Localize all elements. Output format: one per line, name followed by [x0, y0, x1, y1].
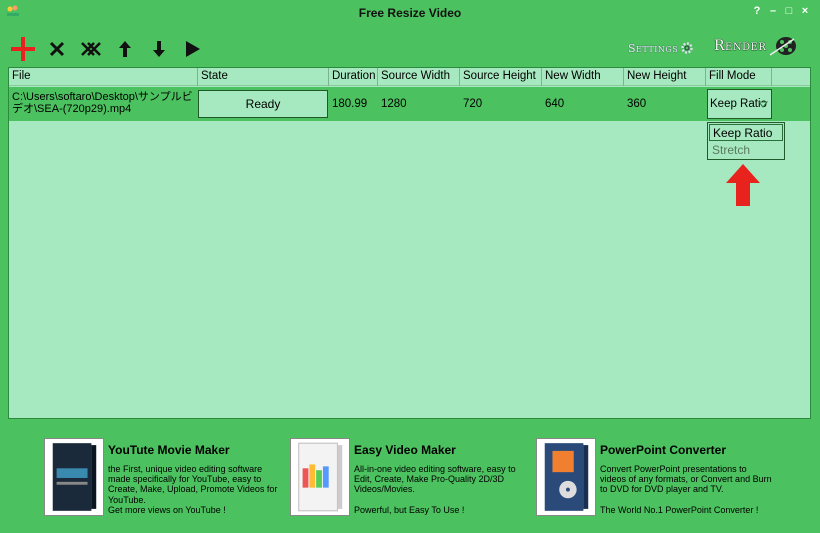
- new-width-cell[interactable]: 640: [542, 87, 624, 121]
- settings-button[interactable]: Settings: [628, 38, 694, 58]
- col-header-source-width[interactable]: Source Width: [378, 68, 460, 86]
- col-header-new-width[interactable]: New Width: [542, 68, 624, 86]
- play-icon: [186, 41, 200, 57]
- remove-all-icon: [81, 42, 101, 56]
- title-bar: Free Resize Video ? – □ ×: [0, 0, 820, 26]
- close-button[interactable]: ×: [800, 5, 810, 17]
- option-keep-ratio[interactable]: Keep Ratio: [709, 124, 783, 141]
- render-label: Render: [714, 38, 767, 54]
- product-box-image: [536, 438, 596, 516]
- ad-description: All-in-one video editing software, easy …: [354, 464, 516, 515]
- ad-description: Convert PowerPoint presentations to vide…: [600, 464, 772, 515]
- settings-label: Settings: [628, 41, 679, 55]
- col-header-source-height[interactable]: Source Height: [460, 68, 542, 86]
- maximize-button[interactable]: □: [784, 5, 794, 17]
- ad-title[interactable]: Easy Video Maker: [354, 443, 456, 457]
- play-button[interactable]: [178, 34, 208, 64]
- new-height-cell[interactable]: 360: [624, 87, 706, 121]
- file-grid[interactable]: File State Duration Source Width Source …: [8, 67, 811, 419]
- source-height-cell: 720: [463, 98, 483, 110]
- remove-file-button[interactable]: [42, 34, 72, 64]
- move-up-icon: [119, 41, 131, 57]
- product-box-image: [290, 438, 350, 516]
- gear-icon: [681, 42, 693, 54]
- col-header-file[interactable]: File: [9, 68, 198, 86]
- table-row[interactable]: C:\Users\softaro\Desktop\サンプルビデオ\SEA-(72…: [9, 87, 810, 121]
- move-down-button[interactable]: [144, 34, 174, 64]
- ad-title[interactable]: PowerPoint Converter: [600, 443, 726, 457]
- remove-icon: [49, 41, 65, 57]
- add-icon: [11, 37, 35, 61]
- red-up-arrow-icon: [726, 164, 760, 206]
- help-button[interactable]: ?: [752, 5, 762, 17]
- minimize-button[interactable]: –: [768, 5, 778, 17]
- toolbar: [8, 34, 212, 64]
- col-header-new-height[interactable]: New Height: [624, 68, 706, 86]
- duration-cell: 180.99: [332, 98, 368, 110]
- file-path-cell: C:\Users\softaro\Desktop\サンプルビデオ\SEA-(72…: [12, 91, 193, 115]
- option-stretch[interactable]: Stretch: [709, 142, 783, 159]
- fill-mode-dropdown: Keep Ratio Stretch: [707, 122, 785, 160]
- col-header-fill-mode[interactable]: Fill Mode: [706, 68, 772, 86]
- state-cell: Ready: [198, 90, 328, 118]
- render-button[interactable]: Render: [714, 34, 798, 58]
- ad-easy-video-maker[interactable]: Easy Video Maker All-in-one video editin…: [290, 438, 530, 518]
- product-box-image: [44, 438, 104, 516]
- ad-youtube-movie-maker[interactable]: YouTute Movie Maker the First, unique vi…: [44, 438, 284, 518]
- col-header-state[interactable]: State: [198, 68, 329, 86]
- film-reel-icon: [770, 37, 797, 56]
- source-width-cell: 1280: [381, 98, 407, 110]
- remove-all-button[interactable]: [76, 34, 106, 64]
- window-title: Free Resize Video: [358, 6, 462, 20]
- chevron-down-icon: [758, 101, 768, 108]
- move-up-button[interactable]: [110, 34, 140, 64]
- window-controls: ? – □ ×: [752, 5, 810, 17]
- fill-mode-select[interactable]: Keep Ratio: [707, 89, 772, 119]
- grid-header: File State Duration Source Width Source …: [9, 68, 810, 86]
- ad-powerpoint-converter[interactable]: PowerPoint Converter Convert PowerPoint …: [536, 438, 776, 518]
- add-file-button[interactable]: [8, 34, 38, 64]
- ad-description: the First, unique video editing software…: [108, 464, 278, 515]
- col-header-duration[interactable]: Duration: [329, 68, 378, 86]
- ad-title[interactable]: YouTute Movie Maker: [108, 443, 230, 457]
- move-down-icon: [153, 41, 165, 57]
